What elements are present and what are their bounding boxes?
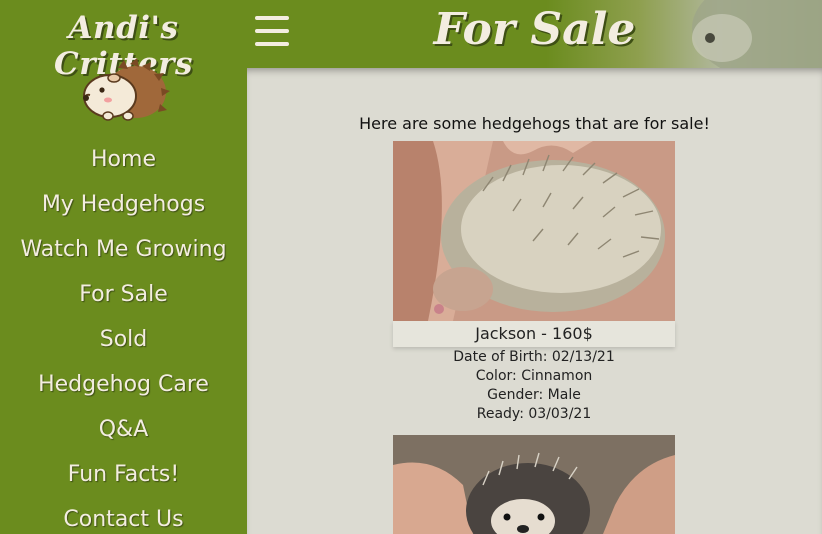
listing-card: Jackson - 160$ Date of Birth: 02/13/21 C… bbox=[393, 141, 675, 424]
nav-home[interactable]: Home bbox=[0, 142, 247, 187]
listing-details: Date of Birth: 02/13/21 Color: Cinnamon … bbox=[393, 348, 675, 424]
nav-for-sale[interactable]: For Sale bbox=[0, 277, 247, 322]
listing-card bbox=[393, 435, 675, 534]
nav-qa[interactable]: Q&A bbox=[0, 412, 247, 457]
hedgehog-photo[interactable] bbox=[393, 435, 675, 534]
nav-sold[interactable]: Sold bbox=[0, 322, 247, 367]
listing-name-price: Jackson - 160$ bbox=[393, 321, 675, 347]
nav-contact-us[interactable]: Contact Us bbox=[0, 502, 247, 534]
nav-fun-facts[interactable]: Fun Facts! bbox=[0, 457, 247, 502]
sidebar: Andi's Critters Home My Hedgehogs Watch … bbox=[0, 0, 247, 534]
listing-ready: Ready: 03/03/21 bbox=[476, 406, 592, 422]
listing-color: Color: Cinnamon bbox=[475, 368, 593, 384]
listing-gender: Gender: Male bbox=[487, 387, 581, 403]
hedgehog-logo-icon[interactable] bbox=[78, 58, 170, 124]
hedgehog-photo[interactable] bbox=[393, 141, 675, 321]
listing-dob: Date of Birth: 02/13/21 bbox=[453, 349, 615, 365]
main-content: Here are some hedgehogs that are for sal… bbox=[247, 68, 822, 534]
nav-hedgehog-care[interactable]: Hedgehog Care bbox=[0, 367, 247, 412]
nav-my-hedgehogs[interactable]: My Hedgehogs bbox=[0, 187, 247, 232]
intro-text: Here are some hedgehogs that are for sal… bbox=[359, 114, 710, 133]
main-nav: Home My Hedgehogs Watch Me Growing For S… bbox=[0, 142, 247, 534]
nav-watch-me-growing[interactable]: Watch Me Growing bbox=[0, 232, 247, 277]
page-title: For Sale bbox=[433, 4, 636, 55]
